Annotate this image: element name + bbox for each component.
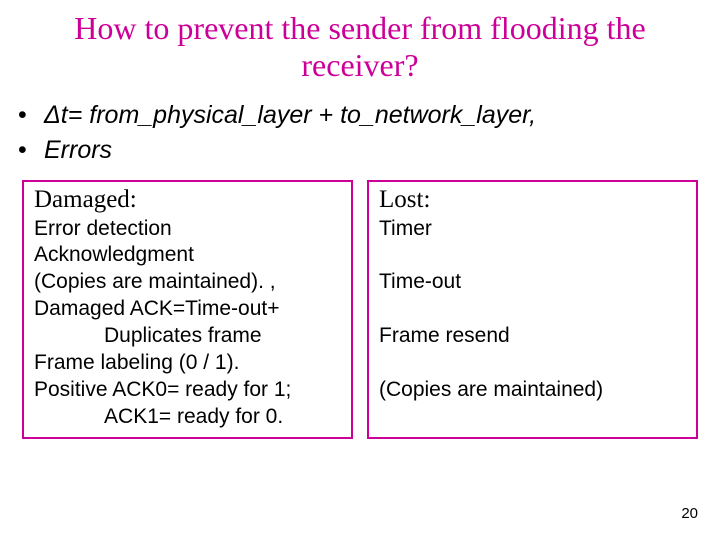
damaged-heading: Damaged: [34,186,341,214]
bullet-text: Errors [44,133,112,168]
damaged-box: Damaged: Error detection Acknowledgment … [22,180,353,439]
bullet-dot: • [18,133,44,168]
bullet-dot: • [18,98,44,133]
bullet-item: • Errors [18,133,706,168]
bullet-text: Δt= from_physical_layer + to_network_lay… [44,98,536,133]
bullet-list: • Δt= from_physical_layer + to_network_l… [18,98,706,168]
lost-heading: Lost: [379,186,686,214]
boxes-row: Damaged: Error detection Acknowledgment … [14,180,706,439]
bullet-item: • Δt= from_physical_layer + to_network_l… [18,98,706,133]
page-number: 20 [681,505,698,522]
lost-box: Lost: Timer Time-out Frame resend (Copie… [367,180,698,439]
lost-body: Timer Time-out Frame resend (Copies are … [379,216,686,404]
damaged-body: Error detection Acknowledgment (Copies a… [34,216,341,431]
slide-title: How to prevent the sender from flooding … [54,10,666,84]
